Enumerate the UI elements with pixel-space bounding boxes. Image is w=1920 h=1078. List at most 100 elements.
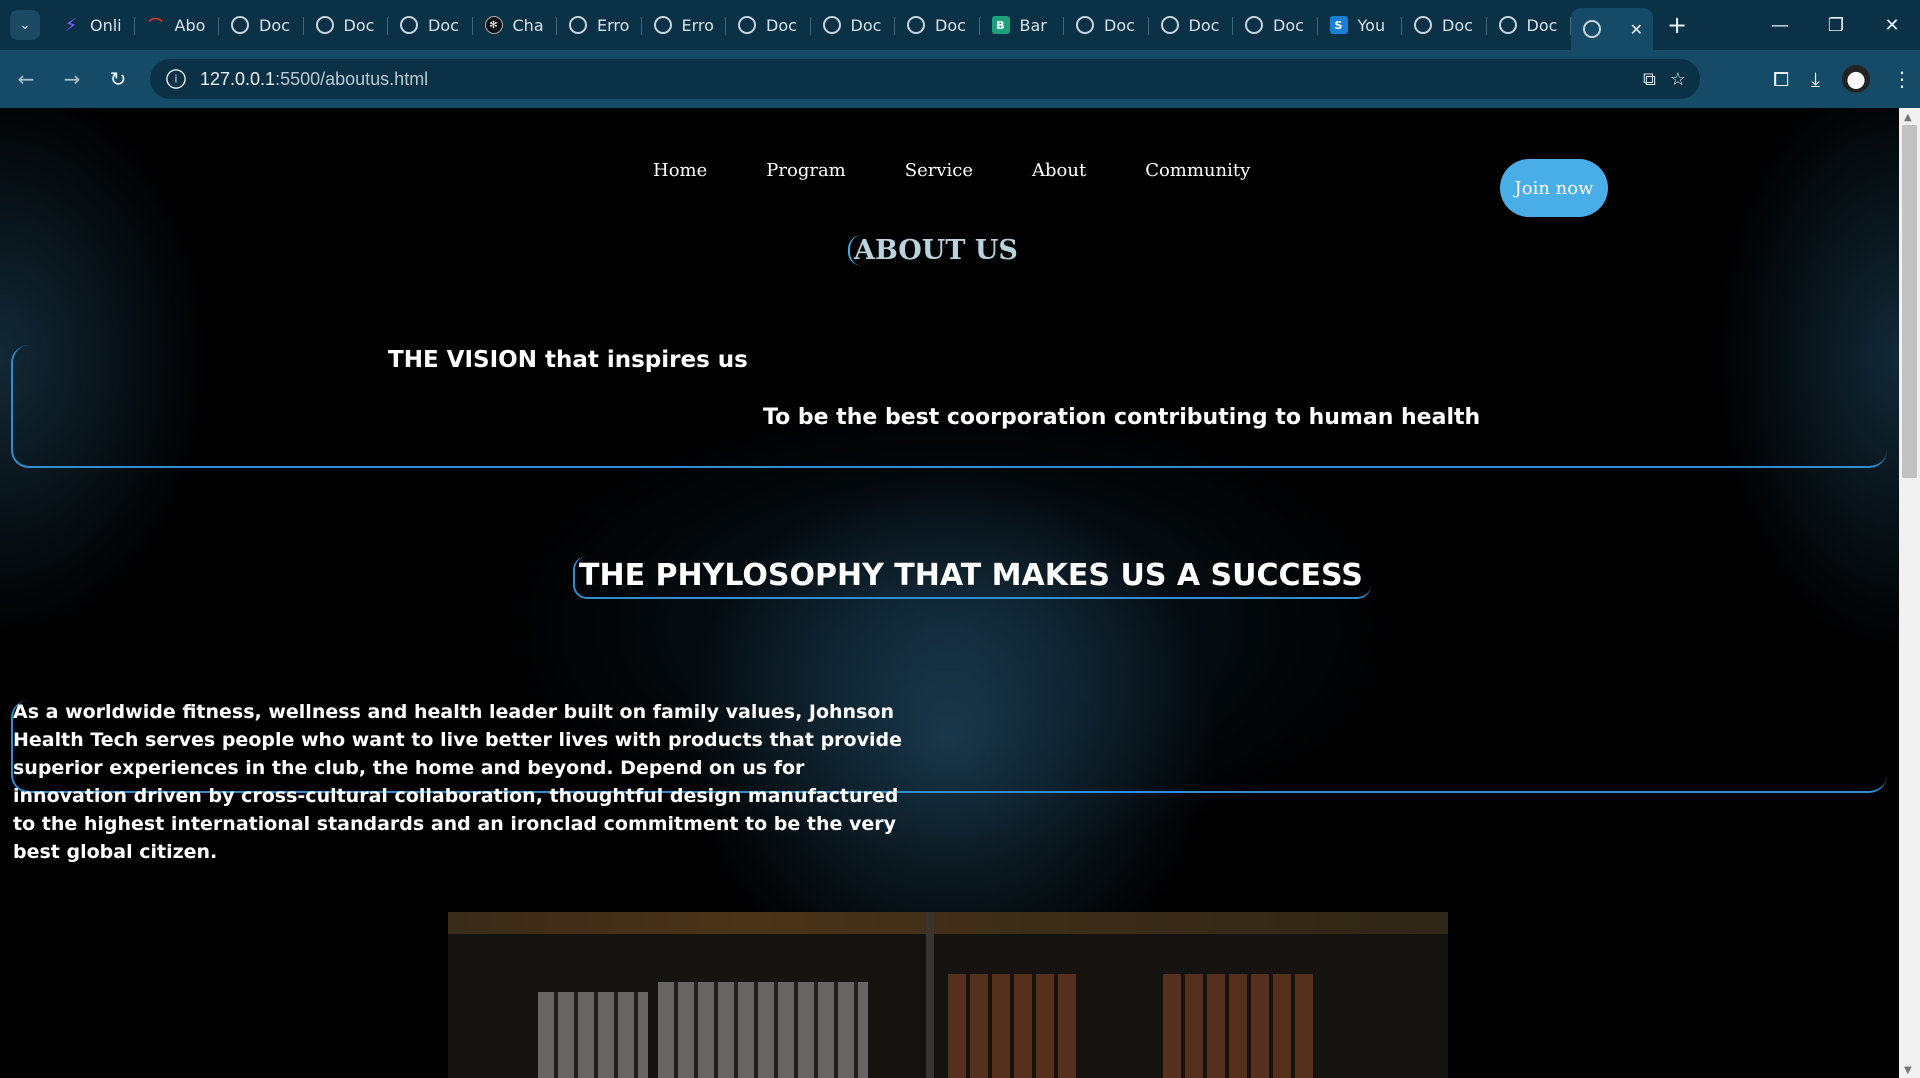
tab[interactable]: Doc [895, 7, 980, 43]
tab-title: Doc [1526, 15, 1558, 35]
address-bar-actions: ⧉ ☆ [1643, 59, 1686, 99]
tab-title: Doc [1273, 15, 1304, 35]
window-controls: — ❐ ✕ [1752, 0, 1920, 50]
tab-title: Doc [1442, 15, 1473, 35]
site-info-icon[interactable]: i [166, 69, 186, 89]
tab-search-button[interactable]: ⌄ [10, 10, 40, 40]
globe-icon [1245, 16, 1263, 34]
forward-icon[interactable]: → [52, 59, 92, 99]
tab[interactable]: Doc [1064, 7, 1149, 43]
scroll-down-icon[interactable]: ▼ [1904, 1065, 1912, 1076]
close-tab-icon[interactable]: ✕ [1630, 20, 1643, 39]
download-icon[interactable]: ⤓ [1811, 67, 1820, 91]
scroll-up-icon[interactable]: ▲ [1904, 112, 1912, 123]
tab-title: Doc [850, 15, 882, 35]
tab-title: Doc [343, 15, 375, 35]
photo-window [658, 982, 868, 1078]
tab[interactable]: Doc [1233, 7, 1318, 43]
tab[interactable]: Doc [219, 7, 304, 43]
tab[interactable]: B Bar [980, 7, 1065, 43]
nav-link-service[interactable]: Service [905, 160, 973, 181]
page-title: ABOUT US [848, 235, 1018, 266]
tab[interactable]: Doc [1402, 7, 1487, 43]
tab-title: Doc [766, 15, 797, 35]
tab[interactable]: ⚡ Onli [50, 7, 135, 43]
tab-list: ⚡ Onli ⌒ Abo Doc Doc Doc ✻ Cha Erro Erro Do… [50, 0, 1653, 50]
tab-title: Abo [174, 15, 206, 35]
globe-icon [653, 16, 672, 34]
gym-photo [448, 912, 1448, 1078]
tab[interactable]: ✻ Cha [473, 7, 558, 43]
tab[interactable]: Doc [388, 7, 473, 43]
purple-logo-icon: ⚡ [64, 14, 78, 36]
restore-icon[interactable]: ❐ [1808, 0, 1864, 50]
tab-title: Doc [1188, 15, 1220, 35]
scrollbar-thumb[interactable] [1902, 125, 1917, 478]
nav-link-community[interactable]: Community [1145, 160, 1250, 181]
tab-title: Doc [935, 15, 966, 35]
globe-icon [231, 16, 249, 34]
blue-s-logo-icon: S [1329, 16, 1348, 34]
bookmark-star-icon[interactable]: ☆ [1670, 69, 1686, 90]
philosophy-heading: THE PHYLOSOPHY THAT MAKES US A SUCCESS [573, 556, 1371, 599]
photo-door [948, 974, 1078, 1078]
photo-window [538, 992, 648, 1078]
chatgpt-icon: ✻ [484, 16, 503, 34]
tab-title: Doc [1104, 15, 1135, 35]
nav-link-home[interactable]: Home [653, 160, 707, 181]
new-tab-button[interactable]: + [1659, 7, 1695, 43]
tab[interactable]: Doc [1487, 7, 1572, 43]
close-window-icon[interactable]: ✕ [1864, 0, 1920, 50]
globe-icon [822, 16, 841, 34]
tab-title: You [1357, 15, 1386, 35]
tab-title: Erro [597, 15, 630, 35]
photo-door [1163, 974, 1313, 1078]
page-scrollbar[interactable]: ▲ ▼ [1899, 108, 1920, 1078]
globe-icon [1414, 16, 1432, 34]
main-nav: Home Program Service About Community [653, 160, 1309, 181]
photo-pole [926, 912, 934, 1078]
tab[interactable]: S You [1318, 7, 1403, 43]
globe-icon [1583, 20, 1601, 38]
tab[interactable]: Erro [557, 7, 642, 43]
nav-link-program[interactable]: Program [766, 160, 845, 181]
reload-icon[interactable]: ↻ [98, 59, 138, 99]
back-icon[interactable]: ← [6, 59, 46, 99]
tab[interactable]: Doc [1149, 7, 1234, 43]
url-host: 127.0.0.1 [200, 68, 276, 89]
tab-title: Doc [259, 15, 290, 35]
philosophy-text: As a worldwide fitness, wellness and hea… [13, 701, 902, 863]
globe-icon [315, 16, 334, 34]
vision-heading: THE VISION that inspires us [388, 347, 748, 373]
menu-kebab-icon[interactable]: ⋮ [1892, 67, 1912, 91]
tab[interactable]: Doc [726, 7, 811, 43]
tab[interactable]: ⌒ Abo [135, 7, 220, 43]
globe-icon [738, 16, 756, 34]
active-tab[interactable]: ✕ [1571, 8, 1653, 50]
chevron-down-icon: ⌄ [19, 17, 31, 33]
toolbar-actions: ⧠ ⤓ ⋮ [1773, 59, 1912, 99]
profile-avatar[interactable] [1842, 65, 1870, 93]
browser-toolbar: ← → ↻ i 127.0.0.1:5500/aboutus.html ⧉ ☆ … [0, 50, 1920, 108]
address-bar[interactable]: i 127.0.0.1:5500/aboutus.html ⧉ ☆ [150, 59, 1700, 99]
join-now-button[interactable]: Join now [1500, 159, 1608, 217]
globe-icon [1076, 16, 1094, 34]
tab[interactable]: Doc [811, 7, 896, 43]
url-text[interactable]: 127.0.0.1:5500/aboutus.html [200, 69, 428, 90]
tab-title: Onli [90, 15, 122, 35]
extensions-icon[interactable]: ⧠ [1773, 67, 1789, 91]
tab[interactable]: Erro [642, 7, 727, 43]
tab-title: Erro [681, 15, 714, 35]
minimize-icon[interactable]: — [1752, 0, 1808, 50]
url-path: :5500/aboutus.html [275, 68, 429, 89]
globe-icon [1498, 16, 1517, 34]
translate-icon[interactable]: ⧉ [1643, 69, 1656, 90]
nav-link-about[interactable]: About [1032, 160, 1086, 181]
teal-logo-icon: B [991, 16, 1010, 34]
tab-title: Doc [428, 15, 459, 35]
page-content: Home Program Service About Community Joi… [0, 108, 1899, 1078]
globe-icon [569, 16, 587, 34]
globe-icon [907, 16, 925, 34]
globe-icon [1160, 16, 1179, 34]
tab[interactable]: Doc [304, 7, 389, 43]
